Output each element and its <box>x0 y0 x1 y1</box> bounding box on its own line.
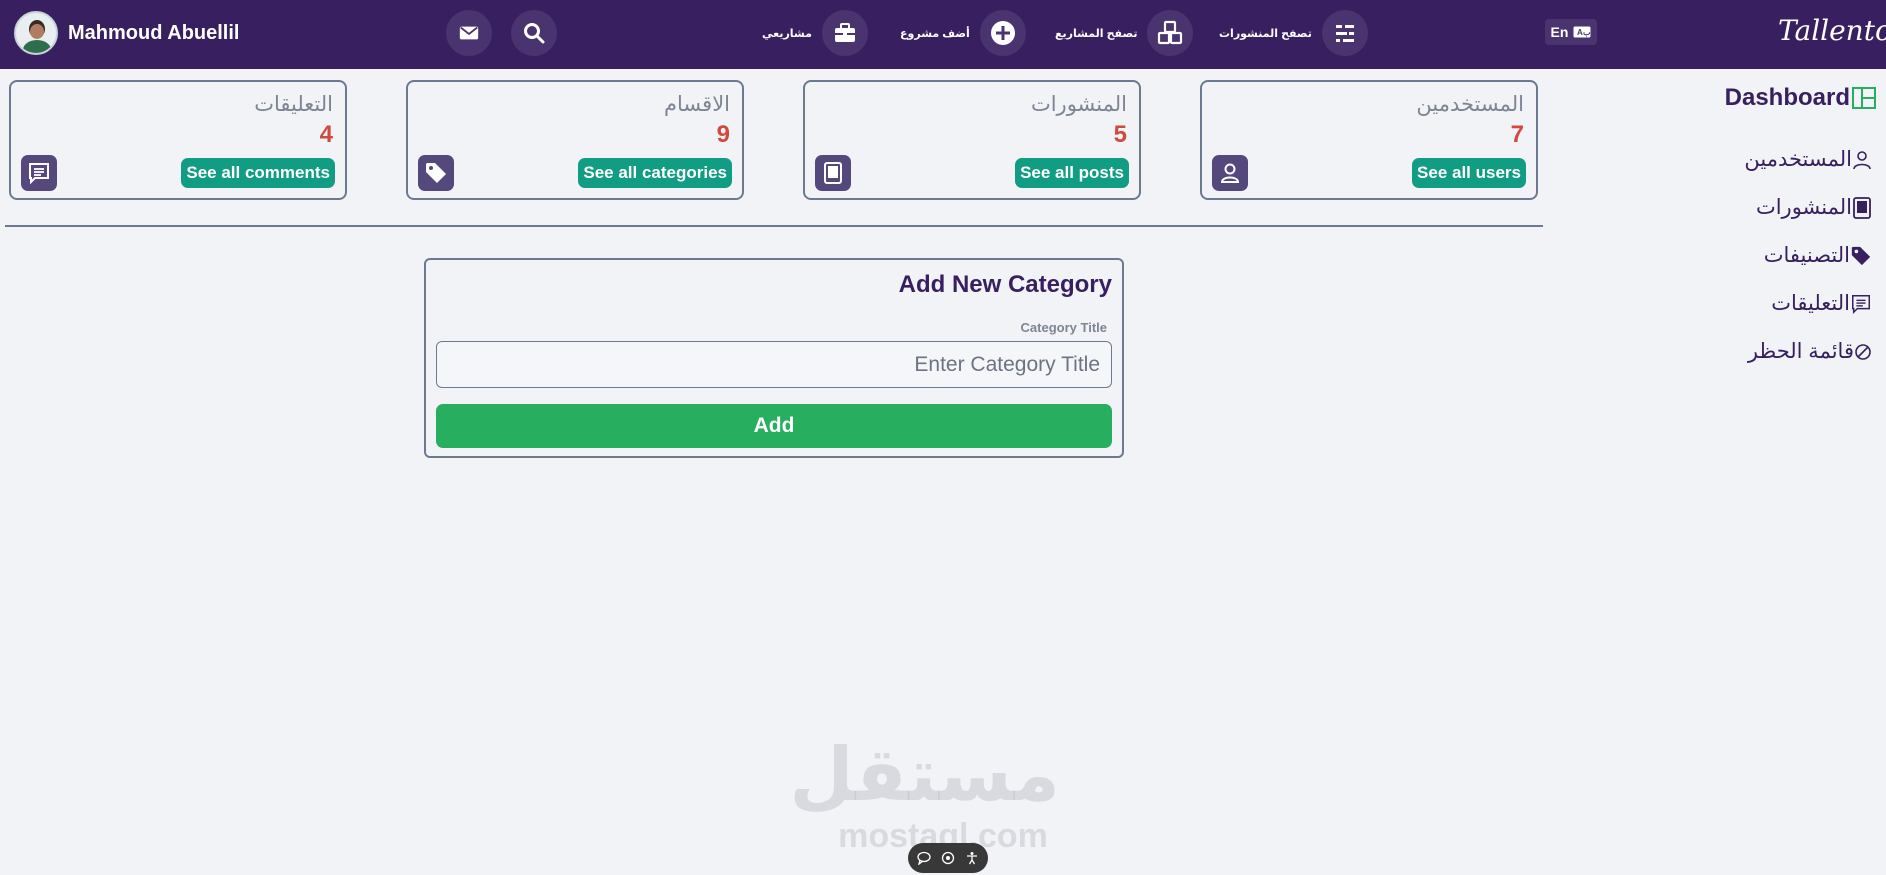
boxes-icon <box>1158 20 1183 45</box>
floating-toolbar <box>908 843 988 873</box>
sidebar-item-users[interactable]: المستخدمين <box>1744 147 1872 172</box>
list-icon-wrap <box>1321 10 1368 56</box>
sidebar-item-label: المستخدمين <box>1744 148 1852 171</box>
nav-browse-posts-label: تصفح المنشورات <box>1219 27 1312 40</box>
boxes-icon-wrap <box>1147 10 1194 56</box>
stat-title: المنشورات <box>1030 93 1127 116</box>
post-icon <box>815 155 851 191</box>
comment-icon <box>1852 294 1870 314</box>
post-icon <box>1853 196 1871 219</box>
sidebar-item-comments[interactable]: التعليقات <box>1771 291 1872 316</box>
sidebar-item-label: قائمة الحظر <box>1747 340 1854 363</box>
nav-add-project[interactable]: أضف مشروع <box>900 10 1026 56</box>
stat-title: التعليقات <box>254 93 333 116</box>
form-title: Add New Category <box>898 271 1112 298</box>
plus-circle-icon <box>990 21 1015 45</box>
eye-icon[interactable] <box>940 850 956 866</box>
nav-browse-posts[interactable]: تصفح المنشورات <box>1219 10 1368 56</box>
language-switch[interactable]: En Aب <box>1545 19 1597 45</box>
messages-button[interactable] <box>446 10 492 56</box>
nav-my-projects[interactable]: مشاريعي <box>762 10 868 56</box>
comment-icon <box>21 155 57 191</box>
briefcase-icon-wrap <box>821 10 868 56</box>
user-profile[interactable]: Mahmoud Abuellil <box>14 11 239 55</box>
sidebar-item-label: المنشورات <box>1755 196 1852 219</box>
nav-add-project-label: أضف مشروع <box>900 27 970 40</box>
category-title-label: Category Title <box>1020 320 1107 335</box>
dashboard-title: Dashboard <box>1724 84 1850 111</box>
sidebar-item-categories[interactable]: التصنيفات <box>1764 243 1872 268</box>
stat-card-categories: الاقسام 9 See all categories <box>406 80 744 200</box>
sidebar-item-label: التصنيفات <box>1763 244 1850 267</box>
sliders-icon <box>1335 25 1354 42</box>
see-all-posts-button[interactable]: See all posts <box>1015 158 1129 188</box>
top-navbar: Mahmoud Abuellil مشاريعي أضف مشروع تصفح … <box>0 0 1886 69</box>
stat-card-users: المستخدمين 7 See all users <box>1200 80 1538 200</box>
search-icon <box>524 23 545 44</box>
stat-title: المستخدمين <box>1416 93 1524 116</box>
see-all-users-button[interactable]: See all users <box>1412 158 1526 188</box>
stat-count: 4 <box>319 121 333 148</box>
tag-icon <box>418 155 454 191</box>
stat-card-comments: التعليقات 4 See all comments <box>9 80 347 200</box>
plus-icon-wrap <box>979 10 1026 56</box>
briefcase-icon <box>834 23 855 42</box>
stat-card-posts: المنشورات 5 See all posts <box>803 80 1141 200</box>
nav-browse-projects[interactable]: تصفح المشاريع <box>1055 10 1194 56</box>
section-divider <box>5 225 1543 227</box>
stat-count: 9 <box>716 121 730 148</box>
see-all-comments-button[interactable]: See all comments <box>181 158 335 188</box>
stat-count: 7 <box>1510 121 1524 148</box>
brand-logo[interactable]: Tallento <box>1778 14 1886 47</box>
sidebar-item-posts[interactable]: المنشورات <box>1756 195 1872 220</box>
chat-icon[interactable] <box>916 850 932 866</box>
add-category-button[interactable]: Add <box>436 404 1112 448</box>
language-icon: Aب <box>1573 26 1591 38</box>
stat-count: 5 <box>1113 121 1127 148</box>
nav-my-projects-label: مشاريعي <box>762 27 812 40</box>
avatar[interactable] <box>14 11 58 55</box>
search-button[interactable] <box>511 10 557 56</box>
user-name[interactable]: Mahmoud Abuellil <box>68 22 239 45</box>
watermark-arabic: مستقل <box>789 733 1060 816</box>
stat-title: الاقسام <box>664 93 730 116</box>
accessibility-icon[interactable] <box>964 850 980 866</box>
add-category-form: Add New Category Category Title Add <box>424 258 1124 458</box>
sidebar-dashboard[interactable]: Dashboard <box>1725 84 1876 112</box>
user-icon <box>1853 150 1871 169</box>
sidebar-item-label: التعليقات <box>1771 292 1850 315</box>
nav-browse-projects-label: تصفح المشاريع <box>1055 27 1138 40</box>
sidebar-item-blocklist[interactable]: قائمة الحظر <box>1748 339 1872 364</box>
category-title-input[interactable] <box>436 341 1112 388</box>
block-icon <box>1855 343 1871 360</box>
layout-icon <box>1852 87 1876 109</box>
mail-icon <box>459 26 479 40</box>
user-icon <box>1212 155 1248 191</box>
language-label: En <box>1550 24 1569 40</box>
svg-text:ب: ب <box>1583 28 1591 37</box>
tag-icon <box>1851 246 1871 265</box>
see-all-categories-button[interactable]: See all categories <box>578 158 732 188</box>
